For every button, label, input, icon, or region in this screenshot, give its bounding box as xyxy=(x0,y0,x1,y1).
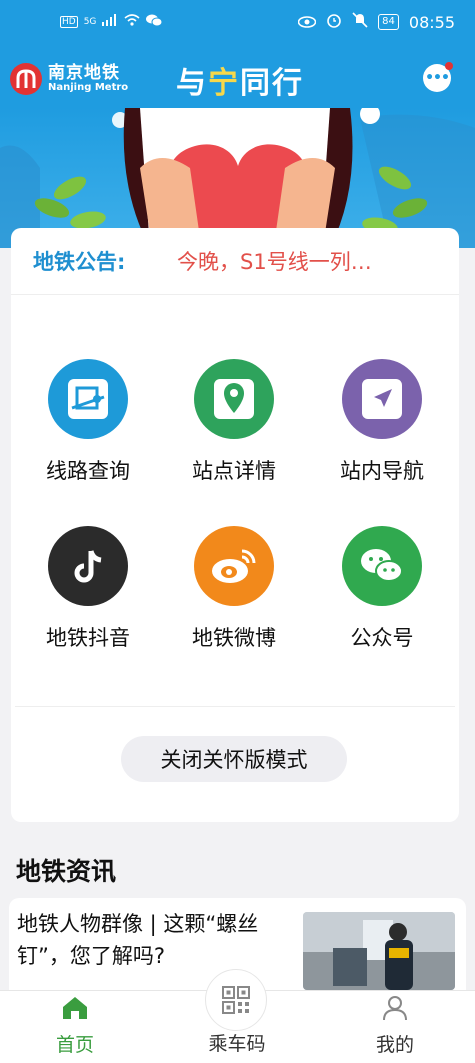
clock: 08:55 xyxy=(408,12,455,32)
tab-ride-code[interactable]: 乘车码 xyxy=(177,1029,297,1056)
metro-weibo-label: 地铁微博 xyxy=(192,626,276,650)
status-right: 84 08:55 xyxy=(297,12,455,32)
battery-indicator: 84 xyxy=(378,14,399,30)
home-icon xyxy=(63,997,87,1019)
news-item-title: 地铁人物群像 | 这颗“螺丝钉”，您了解吗? xyxy=(17,912,259,968)
official-account-button[interactable]: 公众号 xyxy=(307,526,457,652)
slogan-part-3: 同行 xyxy=(240,66,304,101)
route-query-label: 线路查询 xyxy=(46,459,130,483)
notice-label: 地铁公告: xyxy=(33,250,126,274)
station-details-button[interactable]: 站点详情 xyxy=(159,359,309,485)
wechat-notify-icon xyxy=(146,14,163,29)
alarm-icon xyxy=(326,12,342,32)
status-left: HD 5G xyxy=(60,14,163,29)
eye-icon xyxy=(297,13,317,32)
qr-code-icon xyxy=(222,986,250,1014)
wifi-icon xyxy=(124,14,140,29)
message-button[interactable]: ••• xyxy=(423,62,453,92)
slogan: 与宁同行 xyxy=(176,58,304,102)
user-icon xyxy=(383,996,407,1021)
close-care-mode-button[interactable]: 关闭关怀版模式 xyxy=(121,736,347,782)
tab-mine[interactable]: 我的 xyxy=(335,995,455,1057)
notice-bar[interactable]: 地铁公告: 今晚，S1号线一列… xyxy=(11,228,459,295)
unread-dot xyxy=(445,62,453,70)
app-header: 南京地铁 Nanjing Metro 与宁同行 ••• xyxy=(0,48,475,108)
wechat-icon xyxy=(342,526,422,606)
nanjing-metro-logo: 南京地铁 Nanjing Metro xyxy=(10,63,128,95)
tab-bar: 首页 乘车码 我的 xyxy=(0,969,475,1063)
slogan-part-1: 与 xyxy=(176,66,208,101)
mute-icon xyxy=(352,12,368,32)
official-account-label: 公众号 xyxy=(350,626,414,650)
main-card: 地铁公告: 今晚，S1号线一列… 线路查询 站点详情 站内导航 地铁抖音 地铁微… xyxy=(11,228,459,822)
divider xyxy=(15,706,455,707)
tab-ride-code-label: 乘车码 xyxy=(208,1033,266,1055)
tab-home[interactable]: 首页 xyxy=(15,995,135,1057)
banner-illustration xyxy=(0,108,475,248)
chat-bubble-icon: ••• xyxy=(425,70,450,86)
route-query-button[interactable]: 线路查询 xyxy=(13,359,163,485)
metro-logo-icon xyxy=(10,63,42,95)
signal-icon xyxy=(102,14,118,29)
banner[interactable] xyxy=(0,108,475,248)
metro-douyin-label: 地铁抖音 xyxy=(46,626,130,650)
tiktok-icon xyxy=(48,526,128,606)
tab-mine-label: 我的 xyxy=(375,1034,414,1056)
notice-text[interactable]: 今晚，S1号线一列… xyxy=(177,246,372,276)
metro-douyin-button[interactable]: 地铁抖音 xyxy=(13,526,163,652)
ride-code-button[interactable] xyxy=(205,969,267,1031)
metro-weibo-button[interactable]: 地铁微博 xyxy=(159,526,309,652)
status-bar: HD 5G 84 08:55 xyxy=(0,0,475,48)
location-pin-icon xyxy=(194,359,274,439)
tab-home-label: 首页 xyxy=(55,1034,94,1056)
logo-chinese: 南京地铁 xyxy=(48,63,120,83)
in-station-nav-button[interactable]: 站内导航 xyxy=(307,359,457,485)
logo-english: Nanjing Metro xyxy=(48,82,129,93)
5g-badge: 5G xyxy=(83,16,97,27)
navigation-arrow-icon xyxy=(342,359,422,439)
news-thumbnail xyxy=(303,912,455,990)
weibo-icon xyxy=(194,526,274,606)
hd-badge: HD xyxy=(60,15,78,28)
news-section-title: 地铁资讯 xyxy=(16,857,117,886)
route-icon xyxy=(48,359,128,439)
station-details-label: 站点详情 xyxy=(192,459,276,483)
slogan-part-2: 宁 xyxy=(208,66,240,101)
in-station-nav-label: 站内导航 xyxy=(340,459,424,483)
